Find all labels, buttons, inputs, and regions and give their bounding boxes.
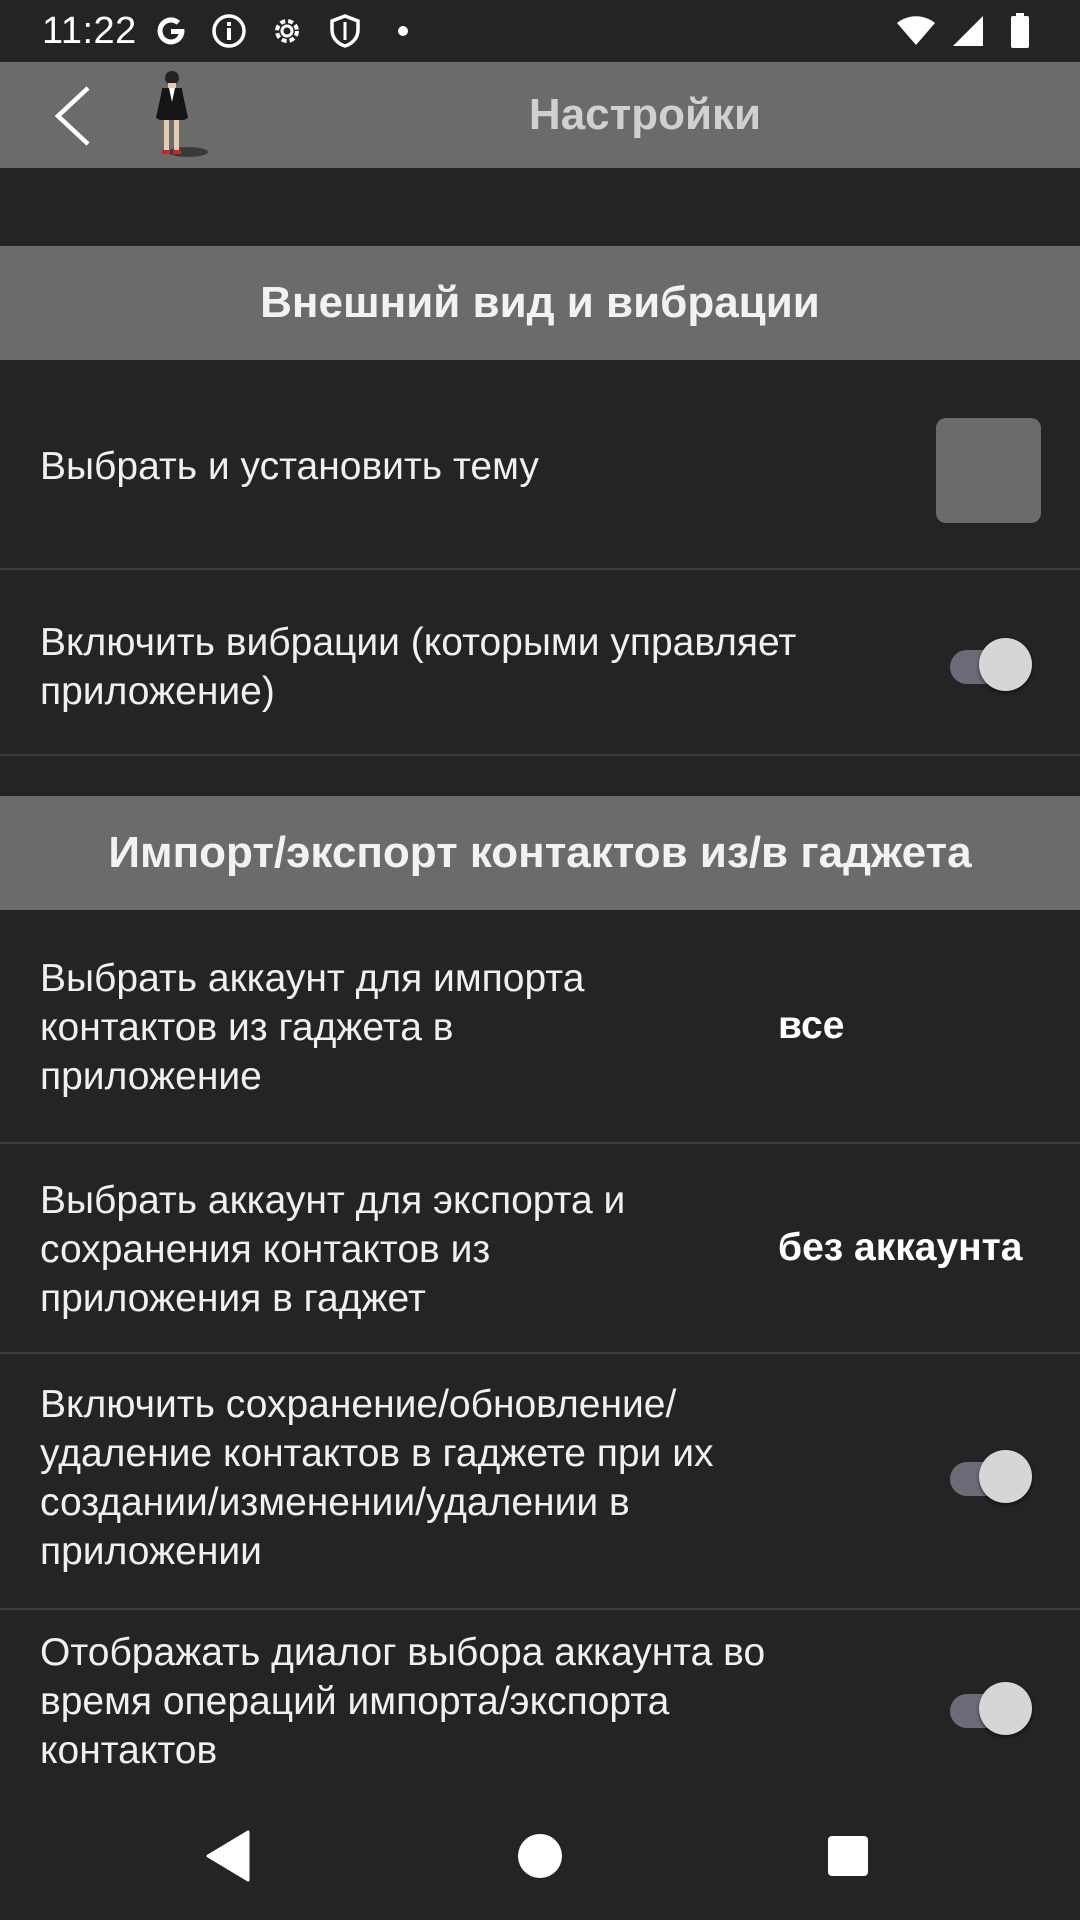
shield-icon (325, 11, 365, 51)
setting-row-export-account[interactable]: Выбрать аккаунт для экспорта и сохранени… (0, 1146, 1080, 1354)
info-icon (209, 11, 249, 51)
status-icons-right (896, 11, 1040, 51)
status-bar: 11:22 (0, 0, 1080, 62)
setting-row-import-account[interactable]: Выбрать аккаунт для импорта контактов из… (0, 910, 1080, 1144)
setting-value: без аккаунта (778, 1226, 1023, 1269)
setting-label: Выбрать аккаунт для импорта контактов из… (40, 957, 585, 1098)
status-icons-left (151, 11, 423, 51)
status-time: 11:22 (42, 9, 137, 52)
settings-icon (267, 11, 307, 51)
setting-label: Выбрать и установить тему (40, 445, 539, 488)
page-title: Настройки (528, 90, 762, 139)
theme-swatch[interactable] (936, 418, 1041, 523)
setting-value: все (778, 1004, 845, 1047)
setting-row-theme[interactable]: Выбрать и установить тему (0, 360, 1080, 570)
account-dialog-toggle[interactable] (946, 1680, 1036, 1736)
dot-icon (383, 11, 423, 51)
navigation-bar (0, 1792, 1080, 1920)
nav-back-button[interactable] (192, 1820, 264, 1892)
section-header-appearance: Внешний вид и вибрации (0, 246, 1080, 360)
setting-row-vibration[interactable]: Включить вибрации (которыми управляет пр… (0, 572, 1080, 756)
signal-icon (948, 11, 988, 51)
settings-screen: 11:22 Настройки Внешний вид и вибрации В… (0, 0, 1080, 1920)
setting-label: Включить сохранение/обновление/удаление … (40, 1383, 714, 1573)
nav-recents-button[interactable] (812, 1820, 884, 1892)
setting-label: Включить вибрации (которыми управляет пр… (40, 621, 797, 713)
vibration-toggle[interactable] (946, 636, 1036, 692)
back-triangle-icon (206, 1830, 250, 1882)
nav-home-button[interactable] (504, 1820, 576, 1892)
toggle-thumb (979, 638, 1032, 691)
section-header-import-export: Импорт/экспорт контактов из/в гаджета (0, 796, 1080, 910)
toggle-thumb (979, 1682, 1032, 1735)
setting-row-sync-contacts[interactable]: Включить сохранение/обновление/удаление … (0, 1354, 1080, 1610)
setting-row-account-dialog[interactable]: Отображать диалог выбора аккаунта во вре… (0, 1610, 1080, 1800)
toggle-thumb (979, 1450, 1032, 1503)
app-bar: Настройки (0, 62, 1080, 168)
google-icon (151, 11, 191, 51)
setting-label: Отображать диалог выбора аккаунта во вре… (40, 1631, 766, 1772)
sync-contacts-toggle[interactable] (946, 1448, 1036, 1504)
wifi-icon (896, 11, 936, 51)
recents-square-icon (828, 1836, 868, 1876)
battery-icon (1000, 11, 1040, 51)
home-circle-icon (518, 1834, 562, 1878)
setting-label: Выбрать аккаунт для экспорта и сохранени… (40, 1179, 626, 1320)
